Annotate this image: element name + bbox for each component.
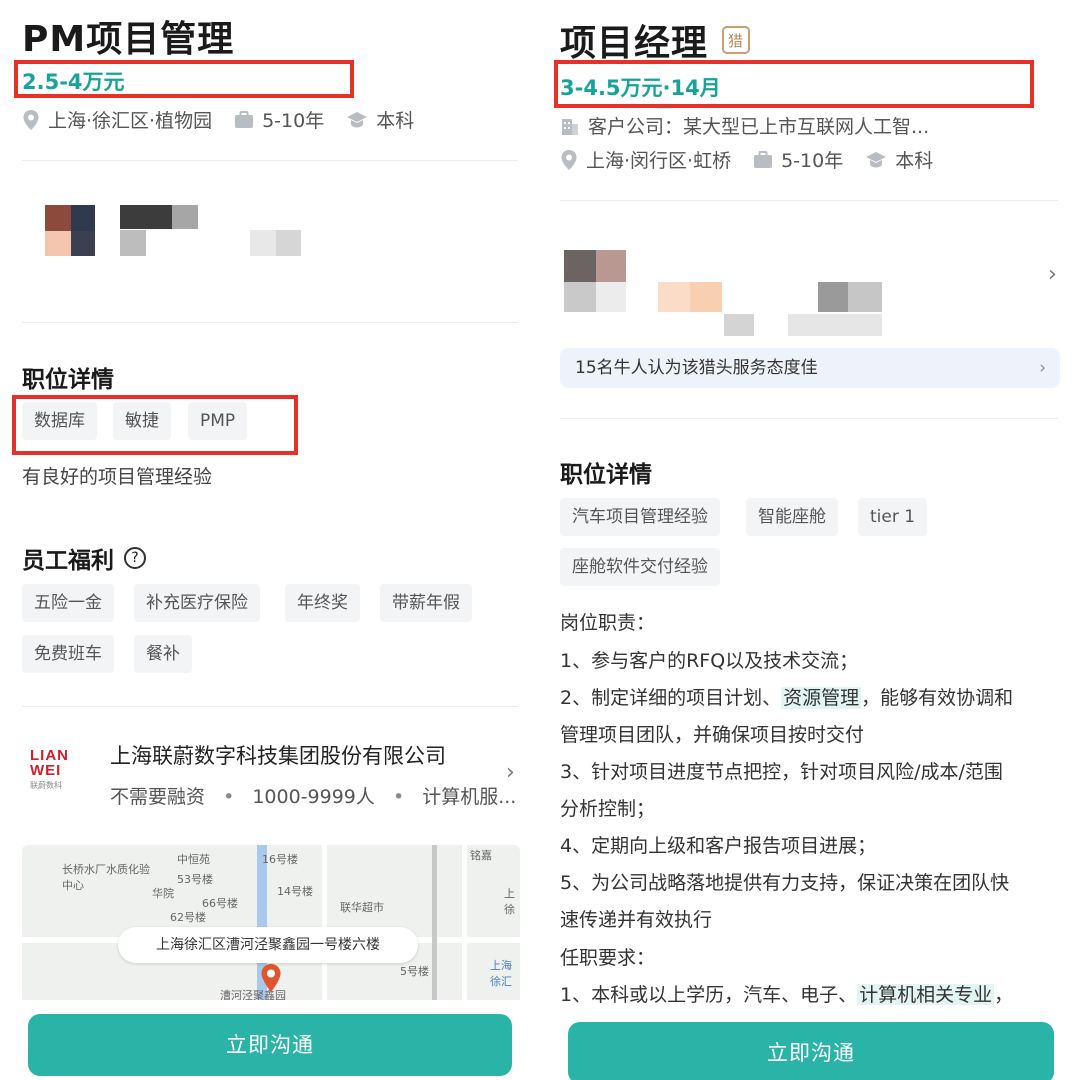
map-label: 5号楼 [400, 965, 429, 978]
skill-tag: 智能座舱 [746, 498, 838, 536]
briefcase-icon [753, 150, 773, 169]
skill-tag: 数据库 [22, 402, 97, 440]
salary: 3-4.5万元·14月 [560, 76, 721, 100]
logo-text: LIAN WEI [30, 747, 69, 779]
graduation-cap-icon [346, 111, 368, 129]
panel-gap [530, 0, 540, 1080]
map-label: 16号楼 [262, 853, 298, 866]
map-label: 14号楼 [277, 885, 313, 898]
description-line: 1、参与客户的RFQ以及技术交流； [560, 650, 859, 672]
job-title-row: 项目经理 猎 [560, 14, 751, 66]
duties-title: 岗位职责： [560, 612, 656, 634]
map-label: 华院 [152, 887, 174, 900]
experience-text: 5-10年 [781, 150, 844, 172]
section-title-details: 职位详情 [560, 462, 652, 488]
divider [22, 160, 518, 161]
divider [560, 200, 1058, 201]
job-meta: 上海·闵行区·虹桥 5-10年 本科 [560, 146, 955, 173]
benefit-tag: 免费班车 [22, 635, 114, 673]
description-line: 5、为公司战略落地提供有力支持，保证决策在团队快 [560, 872, 1010, 894]
chat-now-button[interactable]: 立即沟通 [568, 1022, 1054, 1080]
map-label: 62号楼 [170, 911, 206, 924]
map-label: 53号楼 [177, 873, 213, 886]
map-label: 上徐 [504, 887, 515, 916]
description-line: 4、定期向上级和客户报告项目进展； [560, 835, 877, 857]
education-text: 本科 [895, 150, 934, 172]
education-text: 本科 [376, 110, 415, 132]
salary: 2.5-4万元 [22, 70, 125, 94]
skill-tag: 汽车项目管理经验 [560, 498, 720, 536]
job-meta: 上海·徐汇区·植物园 5-10年 本科 [22, 106, 436, 133]
company-name: 上海联蔚数字科技集团股份有限公司 [110, 744, 446, 768]
company-meta: 不需要融资 • 1000-9999人 • 计算机服... [110, 786, 517, 808]
review-banner[interactable]: 15名牛人认为该猎头服务态度佳 › [560, 348, 1060, 388]
requirements-title: 任职要求： [560, 947, 656, 969]
map-address-pill: 上海徐汇区漕河泾聚鑫园一号楼六楼 [118, 927, 418, 963]
map-label: 66号楼 [202, 897, 238, 910]
location-pin-icon [560, 149, 578, 171]
divider [22, 706, 518, 707]
highlighted-keyword[interactable]: 计算机相关专业 [857, 984, 995, 1006]
chevron-right-icon: › [1048, 262, 1057, 287]
description-line: 1、本科或以上学历，汽车、电子、 计算机相关专业， [560, 984, 1014, 1006]
chevron-right-icon: › [506, 760, 515, 785]
building-icon [560, 116, 580, 136]
company-logo: LIAN WEI 联蔚数科 [30, 748, 80, 803]
highlighted-keyword[interactable]: 资源管理 [781, 687, 862, 709]
chevron-right-icon: › [1039, 358, 1046, 378]
benefit-tag: 餐补 [134, 635, 192, 673]
description-line: 管理项目团队，并确保项目按时交付 [560, 724, 865, 746]
location-text: 上海·徐汇区·植物园 [48, 110, 213, 132]
map-label: 中恒苑 [177, 853, 210, 866]
map-label: 长桥水厂水质化验中心 [62, 863, 150, 892]
job-title: 项目经理 [560, 23, 709, 64]
map-label: 铭嘉 [470, 849, 492, 862]
skill-tag: tier 1 [858, 498, 928, 536]
experience-text: 5-10年 [262, 110, 325, 132]
company-size: 1000-9999人 [252, 786, 375, 808]
map-label: 上海徐汇 [490, 959, 512, 988]
avatar [564, 250, 596, 282]
benefit-tag: 带薪年假 [380, 584, 472, 622]
benefit-tag: 五险一金 [22, 584, 114, 622]
benefits-title-text: 员工福利 [22, 548, 114, 574]
right-job-panel: 项目经理 猎 3-4.5万元·14月 客户公司：某大型已上市互联网人工智... … [540, 0, 1080, 1080]
company-industry: 计算机服... [422, 786, 517, 808]
section-title-benefits: 员工福利 ? [22, 541, 146, 575]
description-line: 分析控制； [560, 798, 656, 820]
logo-subtext: 联蔚数科 [30, 781, 62, 790]
left-job-panel: PM项目管理 2.5-4万元 上海·徐汇区·植物园 5-10年 本科 职位详情 … [0, 0, 530, 1080]
avatar [45, 205, 71, 231]
description-line: 速传递并有效执行 [560, 909, 713, 931]
chat-now-button[interactable]: 立即沟通 [28, 1014, 512, 1076]
skill-tag: PMP [188, 402, 248, 440]
section-title-details: 职位详情 [22, 367, 114, 393]
divider [560, 418, 1058, 419]
job-description: 有良好的项目管理经验 [22, 466, 213, 488]
location-pin-icon [22, 109, 40, 131]
skill-tag: 座舱软件交付经验 [560, 548, 720, 586]
benefit-tag: 年终奖 [285, 584, 360, 622]
graduation-cap-icon [865, 151, 887, 169]
map-pin-icon [260, 963, 282, 997]
description-line: 2、制定详细的项目计划、 资源管理 ，能够有效协调和 [560, 687, 1014, 709]
client-row: 客户公司：某大型已上市互联网人工智... [560, 112, 929, 139]
map-label: 联华超市 [340, 901, 384, 914]
location-text: 上海·闵行区·虹桥 [586, 150, 732, 172]
job-title: PM项目管理 [22, 19, 235, 60]
divider [22, 322, 518, 323]
benefit-tag: 补充医疗保险 [134, 584, 260, 622]
description-line: 3、针对项目进度节点把控，针对项目风险/成本/范围 [560, 761, 1003, 783]
company-funding: 不需要融资 [110, 786, 206, 808]
skill-tag: 敏捷 [113, 402, 171, 440]
review-text: 15名牛人认为该猎头服务态度佳 [575, 358, 818, 378]
location-map[interactable]: 中恒苑 16号楼 长桥水厂水质化验中心 53号楼 14号楼 华院 66号楼 62… [22, 845, 520, 1000]
client-text: 客户公司：某大型已上市互联网人工智... [588, 116, 930, 138]
help-question-icon[interactable]: ? [124, 547, 146, 569]
headhunter-badge: 猎 [722, 26, 751, 54]
briefcase-icon [234, 110, 254, 129]
